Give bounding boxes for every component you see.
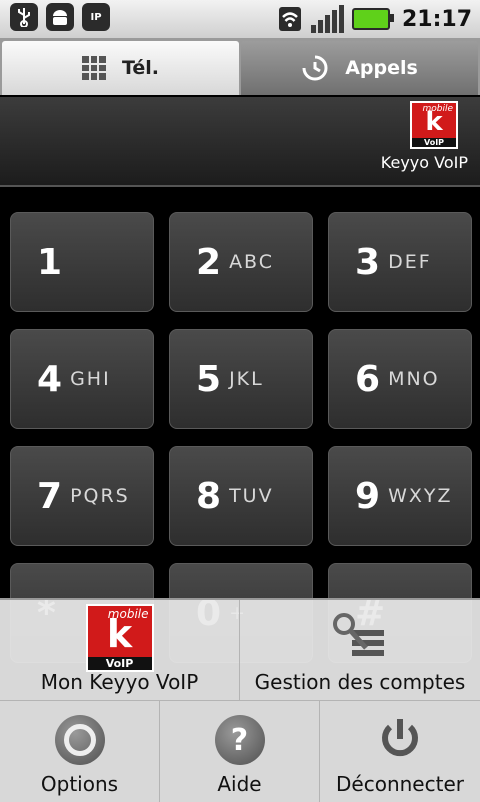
wifi-icon <box>278 7 301 31</box>
battery-icon <box>351 8 394 30</box>
menu-item-label: Gestion des comptes <box>254 670 466 694</box>
menu-item-options[interactable]: Options <box>0 701 160 802</box>
key-5[interactable]: 5 JKL <box>169 329 313 429</box>
menu-item-label: Mon Keyyo VoIP <box>40 670 199 694</box>
tab-label: Appels <box>345 57 418 79</box>
menu-item-mon-keyyo-voip[interactable]: mobile k VoIP Mon Keyyo VoIP <box>0 600 240 700</box>
tab-appels[interactable]: Appels <box>241 41 478 95</box>
tab-bar: Tél. Appels <box>0 39 480 95</box>
options-icon <box>54 715 105 765</box>
menu-item-label: Déconnecter <box>336 772 464 796</box>
android-debug-icon <box>46 3 74 31</box>
key-8[interactable]: 8 TUV <box>169 446 313 546</box>
sip-call-icon: IP <box>82 3 110 31</box>
menu-row: mobile k VoIP Mon Keyyo VoIP Gestion des… <box>0 600 480 701</box>
signal-strength-icon <box>310 5 344 33</box>
key-4[interactable]: 4 GHI <box>10 329 154 429</box>
tab-label: Tél. <box>121 57 160 79</box>
tab-tel[interactable]: Tél. <box>2 41 239 95</box>
key-2[interactable]: 2 ABC <box>169 212 313 312</box>
accounts-settings-icon <box>333 613 384 656</box>
help-icon: ? <box>214 715 265 765</box>
usb-icon <box>10 3 38 31</box>
key-6[interactable]: 6 MNO <box>328 329 472 429</box>
provider-name: Keyyo VoIP <box>380 153 468 172</box>
key-9[interactable]: 9 WXYZ <box>328 446 472 546</box>
menu-item-aide[interactable]: ? Aide <box>160 701 320 802</box>
dialpad-icon <box>81 56 106 80</box>
options-menu: mobile k VoIP Mon Keyyo VoIP Gestion des… <box>0 598 480 802</box>
provider-info: mobile k VoIP Keyyo VoIP <box>381 101 468 172</box>
power-icon <box>382 719 418 757</box>
keyyo-logo-icon: mobile k VoIP <box>410 101 458 149</box>
menu-item-gestion-des-comptes[interactable]: Gestion des comptes <box>240 600 480 700</box>
menu-item-deconnecter[interactable]: Déconnecter <box>320 701 480 802</box>
keyyo-logo-icon: mobile k VoIP <box>85 604 154 672</box>
key-3[interactable]: 3 DEF <box>328 212 472 312</box>
key-7[interactable]: 7 PQRS <box>10 446 154 546</box>
call-log-icon <box>302 55 328 81</box>
menu-item-label: Options <box>40 772 119 796</box>
status-bar: IP 21:17 <box>0 0 480 39</box>
key-1[interactable]: 1 <box>10 212 154 312</box>
menu-row: Options ? Aide Déconnecter <box>0 701 480 802</box>
number-display[interactable]: mobile k VoIP Keyyo VoIP <box>0 97 480 187</box>
clock: 21:17 <box>401 6 472 32</box>
menu-item-label: Aide <box>217 772 262 796</box>
